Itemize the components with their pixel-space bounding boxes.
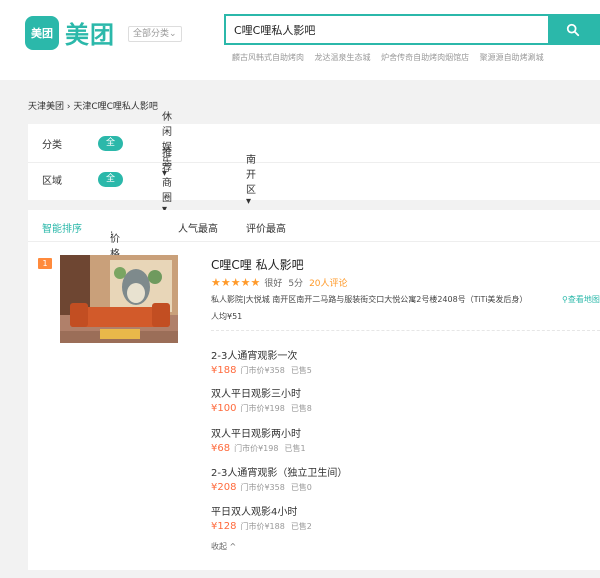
filter-label: 区域 (42, 175, 62, 187)
hot-search-link[interactable]: 龙达温泉生态城 (315, 53, 371, 62)
deal-price: ¥188 (211, 365, 237, 376)
search-bar (224, 14, 600, 45)
hot-search-link[interactable]: 麟古风韩式自助烤肉 (232, 53, 304, 62)
filter-panel: 分类 全部 休闲娱乐 ▾ 区域 全部 推荐商圈 ▾ 南开区 ▾ (28, 112, 600, 215)
category-dropdown[interactable]: 全部分类⌄ (128, 26, 182, 42)
hot-search-link[interactable]: 聚源源自助烤涮城 (480, 53, 544, 62)
search-button[interactable] (548, 16, 598, 43)
star-rating-icon: ★★★★★ (211, 276, 261, 289)
deal-price: ¥208 (211, 482, 237, 493)
deal-item[interactable]: 双人平日观影两小时 ¥68 门市价¥198 已售1 (211, 425, 591, 454)
filter-all-pill[interactable]: 全部 (98, 135, 124, 163)
market-price: 门市价¥358 (240, 483, 285, 492)
sort-bar: 智能排序 价格排序 ⁝ 人气最高 评价最高 (28, 210, 600, 290)
sold-count: 已售2 (290, 522, 312, 531)
caret-down-icon: ▾ (246, 196, 252, 207)
chevron-down-icon: ⌄ (169, 29, 177, 39)
deal-title: 双人平日观影两小时 (211, 429, 301, 440)
deal-title: 2-3人通宵观影一次 (211, 351, 298, 362)
sort-rated[interactable]: 评价最高 (246, 220, 286, 235)
header: 美团 美团 全部分类⌄ 麟古风韩式自助烤肉 龙达温泉生态城 炉舍传奇自助烤肉烟馆… (0, 0, 600, 80)
logo-icon: 美团 (25, 15, 59, 50)
sort-smart[interactable]: 智能排序 (42, 220, 82, 235)
filter-option-business-district[interactable]: 推荐商圈 ▾ (162, 144, 172, 215)
result-list: 智能排序 价格排序 ⁝ 人气最高 评价最高 1 C哩C哩 私人影吧 ★★★★★ … (28, 210, 600, 570)
breadcrumb[interactable]: 天津美团 › 天津C哩C哩私人影吧 (28, 99, 158, 112)
deal-title: 平日双人观影4小时 (211, 507, 298, 518)
sold-count: 已售8 (290, 404, 312, 413)
collapse-toggle[interactable]: 收起 ^ (211, 541, 236, 552)
market-price: 门市价¥198 (234, 444, 279, 453)
market-price: 门市价¥188 (240, 522, 285, 531)
average-price: 人均¥51 (211, 312, 243, 321)
logo-text: 美团 (65, 21, 115, 49)
search-input[interactable] (226, 16, 548, 43)
deal-price: ¥68 (211, 443, 231, 454)
hot-search-link[interactable]: 炉舍传奇自助烤肉烟馆店 (381, 53, 469, 62)
rating-score: 5分 (288, 279, 304, 289)
sold-count: 已售1 (284, 444, 306, 453)
hot-searches: 麟古风韩式自助烤肉 龙达温泉生态城 炉舍传奇自助烤肉烟馆店 聚源源自助烤涮城 (232, 52, 552, 63)
deal-price: ¥100 (211, 403, 237, 414)
search-icon (566, 23, 580, 36)
deal-item[interactable]: 双人平日观影三小时 ¥100 门市价¥198 已售8 (211, 385, 591, 414)
market-price: 门市价¥358 (240, 366, 285, 375)
sort-popular[interactable]: 人气最高 (178, 220, 218, 235)
room-photo-illustration (60, 255, 178, 343)
rating-grade: 很好 (264, 279, 283, 289)
shop-title[interactable]: C哩C哩 私人影吧 (211, 256, 304, 273)
divider (211, 330, 600, 331)
sold-count: 已售0 (290, 483, 312, 492)
view-map-link[interactable]: ⚲查看地图 (562, 294, 600, 305)
market-price: 门市价¥198 (240, 404, 285, 413)
deal-price: ¥128 (211, 521, 237, 532)
shop-photo[interactable] (60, 255, 178, 343)
filter-label: 分类 (42, 139, 62, 151)
sort-arrows-icon: ⁝ (110, 230, 114, 241)
deal-item[interactable]: 2-3人通宵观影（独立卫生间） ¥208 门市价¥358 已售0 (211, 464, 591, 493)
rating-row: ★★★★★ 很好 5分 20人评论 (211, 276, 348, 289)
meituan-logo[interactable]: 美团 美团 (25, 15, 115, 50)
review-count-link[interactable]: 20人评论 (309, 276, 347, 289)
rank-badge: 1 (38, 258, 52, 269)
deal-title: 2-3人通宵观影（独立卫生间） (211, 468, 348, 479)
deal-item[interactable]: 2-3人通宵观影一次 ¥188 门市价¥358 已售5 (211, 347, 591, 376)
sold-count: 已售5 (290, 366, 312, 375)
deal-item[interactable]: 平日双人观影4小时 ¥128 门市价¥188 已售2 (211, 503, 591, 532)
deal-title: 双人平日观影三小时 (211, 389, 301, 400)
divider (28, 162, 600, 163)
filter-option-nankai[interactable]: 南开区 ▾ (246, 151, 256, 207)
filter-all-pill[interactable]: 全部 (98, 171, 124, 199)
shop-address: 私人影院|大悦城 南开区南开二马路与服装街交口大悦公寓2号楼2408号（TiTi… (211, 295, 528, 304)
